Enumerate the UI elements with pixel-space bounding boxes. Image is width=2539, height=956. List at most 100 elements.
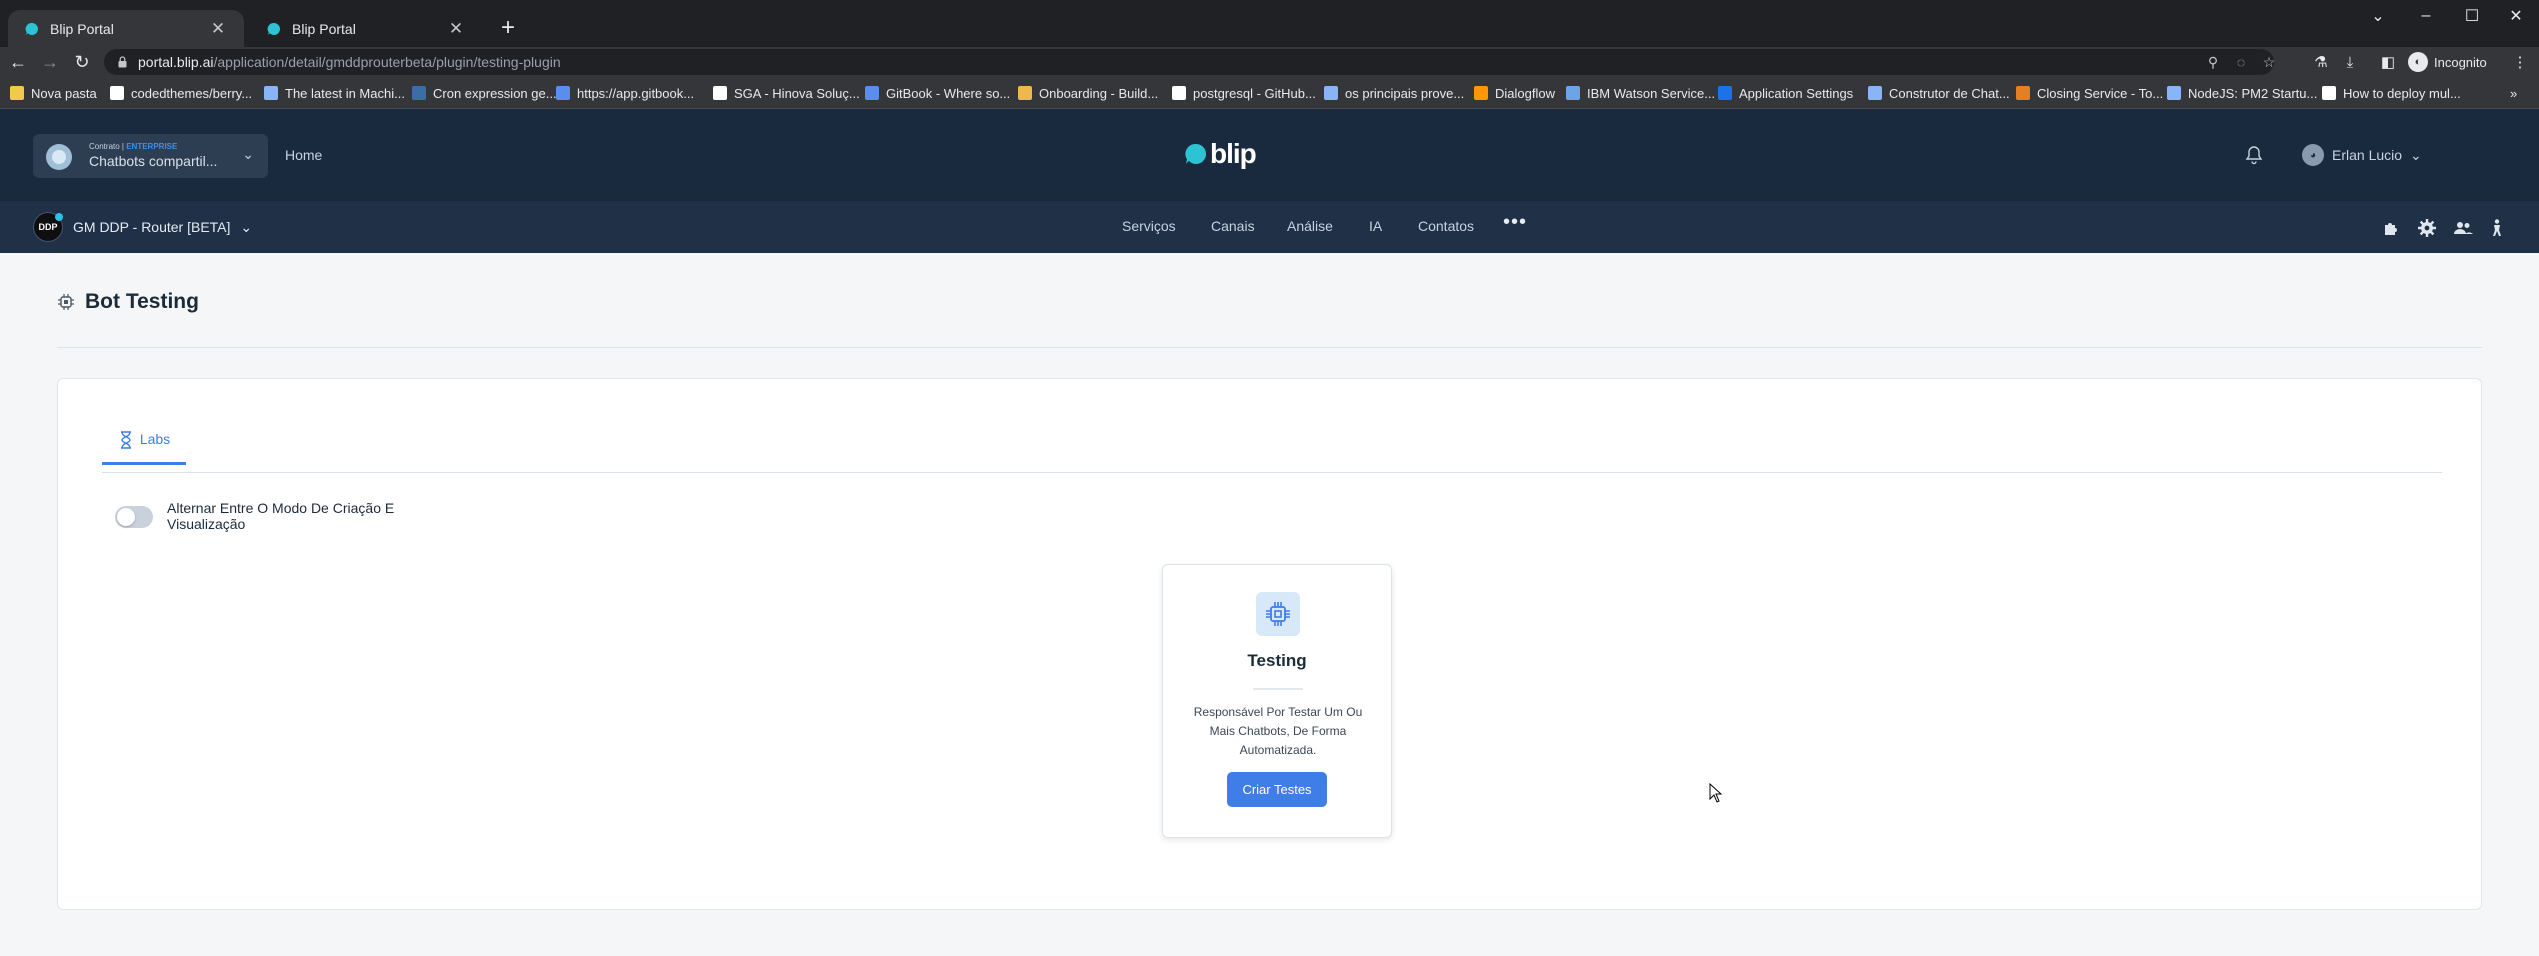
bookmark-item[interactable]: IBM Watson Service... <box>1566 83 1715 103</box>
eye-off-icon[interactable]: ◌ <box>2231 52 2251 72</box>
bookmark-item[interactable]: Application Settings <box>1718 83 1853 103</box>
gear-settings-icon[interactable] <box>2416 217 2438 239</box>
bot-avatar: DDP <box>33 212 63 242</box>
bookmark-label: The latest in Machi... <box>285 85 405 101</box>
bookmark-label: codedthemes/berry... <box>131 85 253 101</box>
mode-toggle-switch[interactable] <box>115 506 153 528</box>
title-divider <box>57 347 2482 348</box>
puzzle-extensions-icon[interactable] <box>2380 217 2402 239</box>
tab-close-icon[interactable]: ✕ <box>446 19 466 39</box>
cpu-chip-icon <box>1256 592 1300 636</box>
accessibility-person-icon[interactable] <box>2486 217 2508 239</box>
tab-labs-label: Labs <box>139 431 171 447</box>
dialogflow-icon <box>1474 86 1488 100</box>
star-bookmark-icon[interactable]: ☆ <box>2259 52 2279 72</box>
bookmark-item[interactable]: Construtor de Chat... <box>1868 83 2010 103</box>
bookmarks-overflow-icon[interactable]: » <box>2510 83 2517 103</box>
create-tests-button[interactable]: Criar Testes <box>1227 772 1327 807</box>
forward-arrow-icon[interactable]: → <box>36 49 64 75</box>
bookmark-item[interactable]: Dialogflow <box>1474 83 1555 103</box>
nav-analise[interactable]: Análise <box>1287 218 1333 234</box>
incognito-icon: ◐ <box>2408 52 2428 72</box>
bookmark-item[interactable]: SGA - Hinova Soluç... <box>713 83 860 103</box>
hourglass-icon <box>120 431 131 449</box>
bookmark-item[interactable]: Cron expression ge... <box>412 83 557 103</box>
chrome-menu-icon[interactable]: ⋮ <box>2509 52 2531 72</box>
nav-ia[interactable]: IA <box>1369 218 1382 234</box>
contract-selector[interactable]: Contrato | ENTERPRISE Chatbots compartil… <box>33 134 268 178</box>
bookmark-item[interactable]: os principais prove... <box>1324 83 1464 103</box>
team-users-icon[interactable] <box>2452 217 2474 239</box>
bookmark-item[interactable]: NodeJS: PM2 Startu... <box>2167 83 2317 103</box>
new-tab-button[interactable]: + <box>494 14 522 42</box>
bookmark-label: Construtor de Chat... <box>1889 85 2010 101</box>
bookmark-item[interactable]: How to deploy mul... <box>2322 83 2461 103</box>
bookmark-item[interactable]: Onboarding - Build... <box>1018 83 1158 103</box>
bot-subnav: DDP GM DDP - Router [BETA] ⌄ Serviços Ca… <box>0 201 2539 253</box>
browser-tab[interactable]: Blip Portal ✕ <box>8 10 244 47</box>
close-window-icon[interactable]: ✕ <box>2490 0 2539 32</box>
closing-icon <box>2016 86 2030 100</box>
bookmark-label: Dialogflow <box>1495 85 1555 101</box>
zoom-search-icon[interactable]: ⚲ <box>2203 52 2223 72</box>
testing-plugin-card: Testing Responsável Por Testar Um Ou Mai… <box>1162 564 1392 838</box>
lock-icon <box>118 56 127 68</box>
nav-servicos[interactable]: Serviços <box>1122 218 1176 234</box>
labs-flask-icon[interactable]: ⚗ <box>2310 52 2332 72</box>
browser-tabstrip: Blip Portal ✕ Blip Portal ✕ + ⌄ – ☐ ✕ <box>0 0 2539 47</box>
incognito-profile[interactable]: ◐ Incognito <box>2408 50 2487 74</box>
blip-favicon-icon <box>266 21 282 37</box>
bot-selector[interactable]: DDP GM DDP - Router [BETA] ⌄ <box>33 212 252 242</box>
home-link[interactable]: Home <box>285 147 322 163</box>
c-icon <box>412 86 426 100</box>
reload-icon[interactable]: ↻ <box>68 49 96 75</box>
bookmark-item[interactable]: codedthemes/berry... <box>110 83 252 103</box>
card-description: Responsável Por Testar Um Ou Mais Chatbo… <box>1193 705 1363 757</box>
bookmark-label: https://app.gitbook... <box>577 85 695 101</box>
bookmark-label: Closing Service - To... <box>2037 85 2164 101</box>
cloud-icon <box>1566 86 1580 100</box>
bookmark-item[interactable]: The latest in Machi... <box>264 83 405 103</box>
bell-icon[interactable] <box>2243 144 2265 166</box>
side-panel-icon[interactable]: ◧ <box>2377 52 2399 72</box>
blip-logo[interactable]: blip <box>1184 139 1257 169</box>
tab-search-chevron-icon[interactable]: ⌄ <box>2352 0 2404 32</box>
tab-close-icon[interactable]: ✕ <box>208 19 228 39</box>
tabs-divider <box>102 472 2442 473</box>
gitbook-icon <box>556 86 570 100</box>
bookmark-item[interactable]: Closing Service - To... <box>2016 83 2163 103</box>
bot-name: GM DDP - Router [BETA] <box>73 219 231 235</box>
contract-name: Chatbots compartil... <box>89 153 218 169</box>
minimize-icon[interactable]: – <box>2400 0 2452 32</box>
address-bar[interactable]: portal.blip.ai/application/detail/gmddpr… <box>104 49 2275 75</box>
contract-plan: ENTERPRISE <box>126 142 178 151</box>
download-icon[interactable]: ⤓ <box>2339 52 2361 72</box>
medium-icon <box>2322 86 2336 100</box>
contract-avatar <box>46 144 72 170</box>
bookmark-label: Onboarding - Build... <box>1039 85 1159 101</box>
bookmark-item[interactable]: GitBook - Where so... <box>865 83 1010 103</box>
user-menu[interactable]: ◕ Erlan Lucio ⌄ <box>2302 144 2422 166</box>
plugin-panel: Labs Alternar Entre O Modo De Criação E … <box>57 378 2482 910</box>
bookmark-item[interactable]: Nova pasta <box>10 83 97 103</box>
tab-title: Blip Portal <box>292 20 356 37</box>
more-menu-icon[interactable]: ••• <box>1503 211 1527 234</box>
chevron-down-icon: ⌄ <box>2410 146 2422 163</box>
bookmark-label: GitBook - Where so... <box>886 85 1011 101</box>
nav-canais[interactable]: Canais <box>1211 218 1255 234</box>
bookmark-item[interactable]: postgresql - GitHub... <box>1172 83 1316 103</box>
gitbook-icon <box>865 86 879 100</box>
page-icon <box>1324 86 1338 100</box>
bookmark-item[interactable]: https://app.gitbook... <box>556 83 694 103</box>
info-icon <box>1718 86 1732 100</box>
url-path: /application/detail/gmddprouterbeta/plug… <box>213 54 561 70</box>
tab-labs[interactable]: Labs <box>102 431 186 465</box>
bookmark-label: IBM Watson Service... <box>1587 85 1716 101</box>
url-text: portal.blip.ai/application/detail/gmddpr… <box>138 54 561 70</box>
back-arrow-icon[interactable]: ← <box>4 49 32 75</box>
chip-icon <box>58 294 74 310</box>
bookmark-label: postgresql - GitHub... <box>1193 85 1316 101</box>
browser-tab[interactable]: Blip Portal ✕ <box>250 10 482 47</box>
nav-contatos[interactable]: Contatos <box>1418 218 1474 234</box>
browser-toolbar: ← → ↻ portal.blip.ai/application/detail/… <box>0 47 2539 77</box>
